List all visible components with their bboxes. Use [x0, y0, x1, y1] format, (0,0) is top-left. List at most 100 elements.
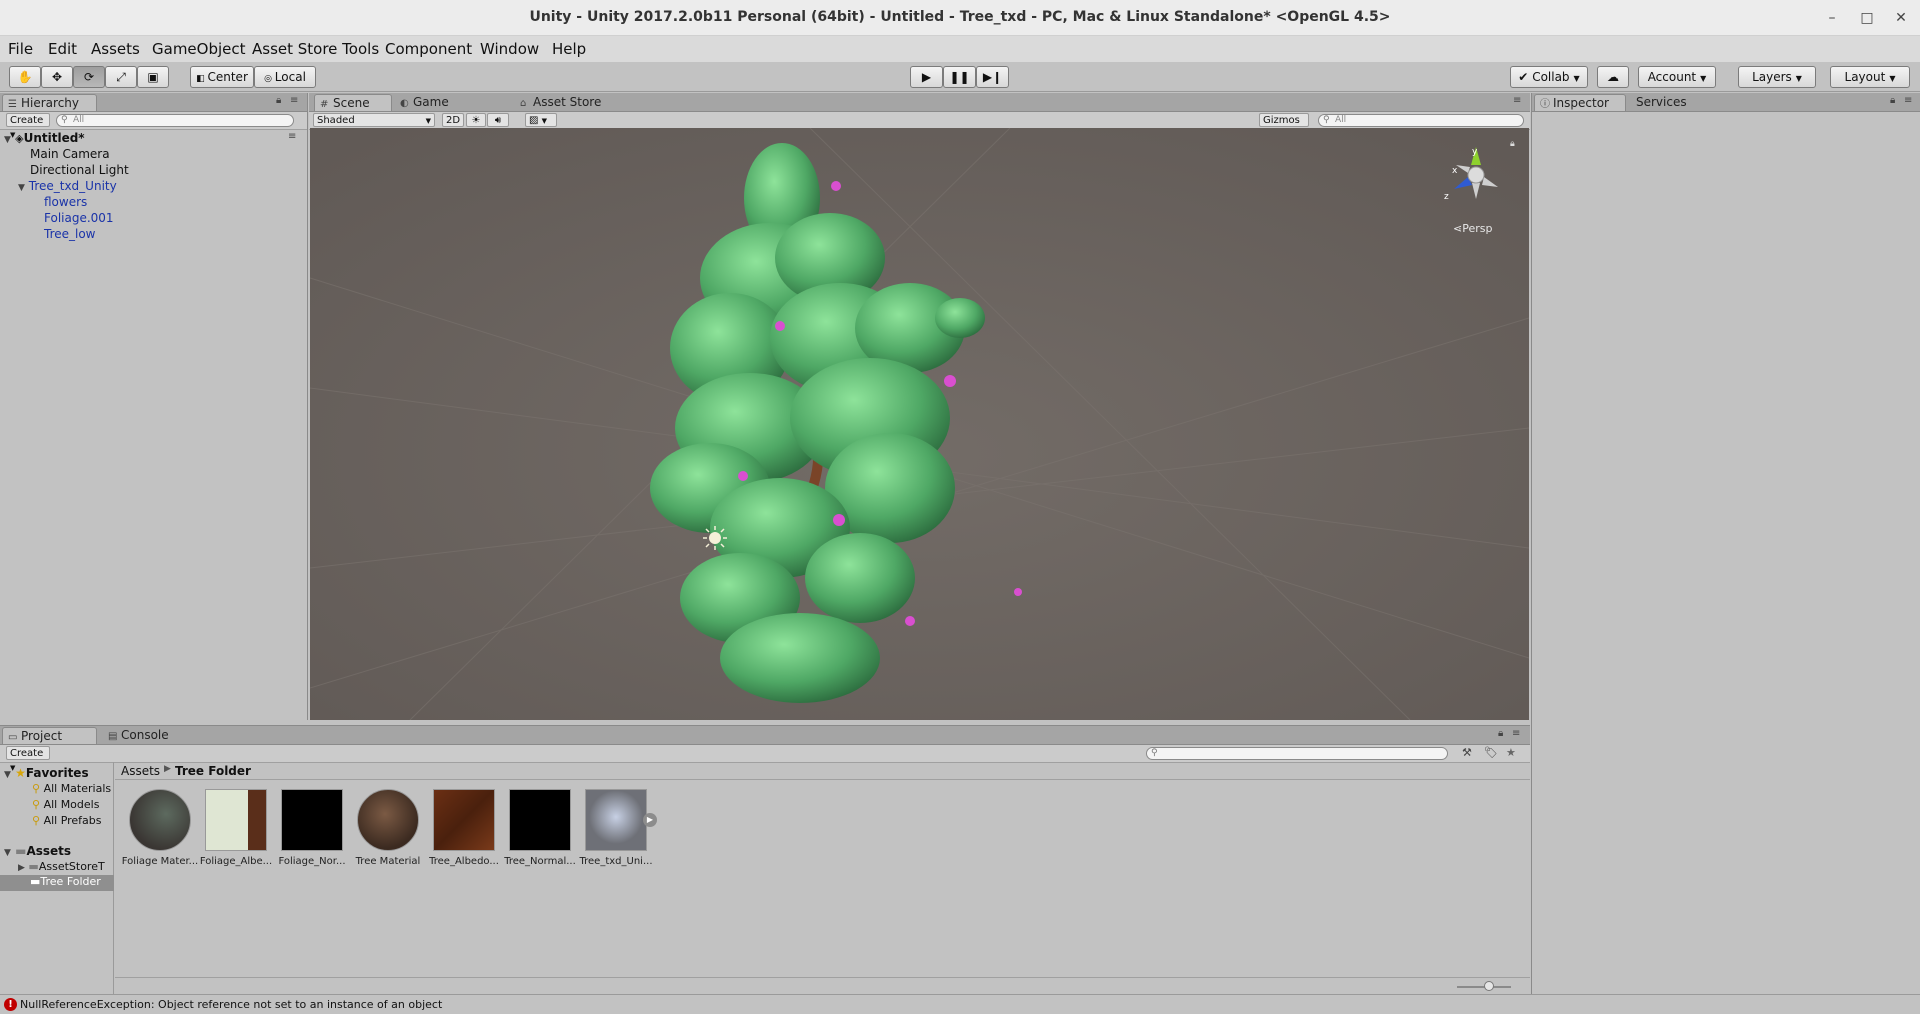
account-dropdown[interactable]: Account ▼ [1638, 66, 1716, 88]
hierarchy-item-tree-low[interactable]: Tree_low [44, 227, 96, 241]
local-icon: ◎ [264, 74, 275, 84]
pivot-icon: ◧ [196, 74, 208, 84]
scene-tabstrip: # Scene ◐ Game ⌂ Asset Store ≡ [309, 93, 1530, 112]
maximize-button[interactable]: □ [1857, 8, 1877, 28]
hierarchy-search-input[interactable]: ⚲ All [56, 114, 294, 127]
image-icon: ▨ [529, 115, 539, 126]
project-create-button[interactable]: Create ▼ [6, 746, 50, 772]
zoom-slider-thumb[interactable] [1484, 981, 1494, 991]
favorite-all-materials[interactable]: ⚲ All Materials [32, 782, 111, 795]
tab-scene[interactable]: # Scene [314, 94, 392, 111]
minimize-button[interactable]: – [1822, 8, 1842, 28]
filter-label-icon[interactable]: 🏷︎ [1484, 746, 1498, 759]
pivot-local-button[interactable]: ◎ Local [254, 66, 316, 88]
lock-icon[interactable]: 🔒︎ [276, 95, 281, 106]
menu-asset-store-tools[interactable]: Asset Store Tools [252, 40, 379, 58]
hierarchy-item-flowers[interactable]: flowers [44, 195, 87, 209]
cloud-button[interactable]: ☁ [1597, 66, 1629, 88]
panel-menu-icon[interactable]: ≡ [1512, 728, 1520, 739]
tab-services[interactable]: Services [1630, 94, 1710, 111]
menu-help[interactable]: Help [552, 40, 586, 58]
panel-menu-icon[interactable]: ≡ [290, 95, 298, 106]
menu-component[interactable]: Component [385, 40, 472, 58]
light-icon[interactable] [703, 526, 727, 550]
gizmos-dropdown[interactable]: Gizmos ▼ [1259, 113, 1309, 139]
menu-edit[interactable]: Edit [48, 40, 77, 58]
scene-root-item[interactable]: ▼ ◈Untitled* [4, 131, 85, 145]
move-tool-button[interactable]: ✥ [41, 66, 73, 88]
favorite-all-models[interactable]: ⚲ All Models [32, 798, 99, 811]
pivot-center-button[interactable]: ◧ Center [190, 66, 254, 88]
project-sidebar: ▼ ★Favorites ⚲ All Materials ⚲ All Model… [0, 762, 114, 995]
chevron-down-icon: ▼ [1573, 74, 1580, 83]
pause-icon: ❚❚ [949, 70, 970, 84]
hierarchy-item-main-camera[interactable]: Main Camera [30, 147, 110, 161]
lock-icon[interactable]: 🔒︎ [1890, 95, 1895, 106]
assets-group[interactable]: ▼ ▬Assets [4, 844, 71, 858]
menu-gameobject[interactable]: GameObject [152, 40, 246, 58]
scene-menu-icon[interactable]: ≡ [288, 131, 296, 142]
close-button[interactable]: ✕ [1891, 8, 1911, 28]
breadcrumb-current[interactable]: Tree Folder [175, 764, 251, 778]
hierarchy-item-tree[interactable]: ▼ Tree_txd_Unity [18, 179, 117, 193]
folder-icon: ▭ [8, 732, 18, 743]
rotate-icon: ⟳ [83, 70, 95, 84]
persp-label[interactable]: ⋖Persp [1453, 222, 1492, 235]
panel-menu-icon[interactable]: ≡ [1513, 95, 1521, 106]
gizmo-lock-icon[interactable]: 🔒︎ [1510, 139, 1515, 149]
layout-dropdown[interactable]: Layout ▼ [1830, 66, 1910, 88]
scene-search-input[interactable]: ⚲ All [1318, 114, 1524, 127]
tab-console[interactable]: ▤ Console [103, 727, 183, 744]
tab-project[interactable]: ▭ Project [2, 727, 97, 744]
favorite-star-icon[interactable]: ★ [1506, 746, 1516, 759]
layers-dropdown[interactable]: Layers ▼ [1738, 66, 1816, 88]
folder-tree-folder[interactable]: ▬Tree Folder [0, 875, 114, 891]
pause-button[interactable]: ❚❚ [943, 66, 976, 88]
lighting-toggle[interactable]: ☀ [466, 113, 486, 127]
persp-arrow-icon: ⋖ [1453, 222, 1463, 235]
effects-dropdown[interactable]: ▨ ▼ [525, 113, 557, 127]
filter-type-icon[interactable]: ⚒ [1462, 746, 1472, 759]
asset-label: Foliage Mater... [121, 856, 199, 867]
play-button[interactable]: ▶ [910, 66, 943, 88]
tab-inspector-label: Inspector [1553, 96, 1609, 110]
hand-tool-button[interactable]: ✋ [9, 66, 41, 88]
menu-assets[interactable]: Assets [91, 40, 140, 58]
step-button[interactable]: ▶❙ [976, 66, 1009, 88]
star-icon: ★ [15, 766, 26, 780]
shading-dropdown[interactable]: Shaded ▼ [313, 113, 435, 127]
asset-label: Tree_txd_Uni... [579, 856, 653, 867]
hierarchy-item-foliage[interactable]: Foliage.001 [44, 211, 114, 225]
scale-tool-button[interactable]: ⤢ [105, 66, 137, 88]
texture-thumbnail [281, 789, 343, 851]
tab-asset-store[interactable]: ⌂ Asset Store [515, 94, 615, 111]
rotate-tool-button[interactable]: ⟳ [73, 66, 105, 88]
project-search-input[interactable]: ⚲ [1146, 747, 1448, 760]
hierarchy-item-directional-light[interactable]: Directional Light [30, 163, 129, 177]
texture-thumbnail [205, 789, 267, 851]
tab-hierarchy[interactable]: ☰ Hierarchy [2, 94, 97, 111]
folder-icon: ▬ [28, 860, 39, 873]
hierarchy-create-button[interactable]: Create ▼ [6, 113, 50, 139]
status-bar[interactable]: ! NullReferenceException: Object referen… [0, 994, 1920, 1014]
folder-asset-store-tools[interactable]: ▶ ▬AssetStoreT [18, 860, 105, 873]
favorites-group[interactable]: ▼ ★Favorites [4, 766, 89, 780]
rect-tool-button[interactable]: ▣ [137, 66, 169, 88]
store-icon: ⌂ [520, 98, 527, 109]
tab-game[interactable]: ◐ Game [395, 94, 473, 111]
status-message[interactable]: NullReferenceException: Object reference… [20, 998, 442, 1011]
menu-window[interactable]: Window [480, 40, 539, 58]
layout-label: Layout [1844, 70, 1886, 84]
lock-icon[interactable]: 🔒︎ [1498, 728, 1503, 739]
panel-menu-icon[interactable]: ≡ [1904, 95, 1912, 106]
audio-toggle[interactable]: 🔊︎ [487, 113, 509, 127]
favorite-all-prefabs[interactable]: ⚲ All Prefabs [32, 814, 102, 827]
chevron-right-icon: ▶ [164, 764, 171, 774]
tab-inspector[interactable]: ⓘ Inspector [1534, 94, 1626, 111]
menu-file[interactable]: File [8, 40, 33, 58]
toggle-2d-button[interactable]: 2D [442, 113, 464, 127]
expand-arrow-icon[interactable]: ▶ [643, 813, 657, 827]
collab-dropdown[interactable]: ✔ Collab ▼ [1510, 66, 1588, 88]
scene-viewport[interactable]: y x z 🔒︎ ⋖Persp [310, 128, 1529, 720]
breadcrumb-root[interactable]: Assets [121, 764, 160, 778]
